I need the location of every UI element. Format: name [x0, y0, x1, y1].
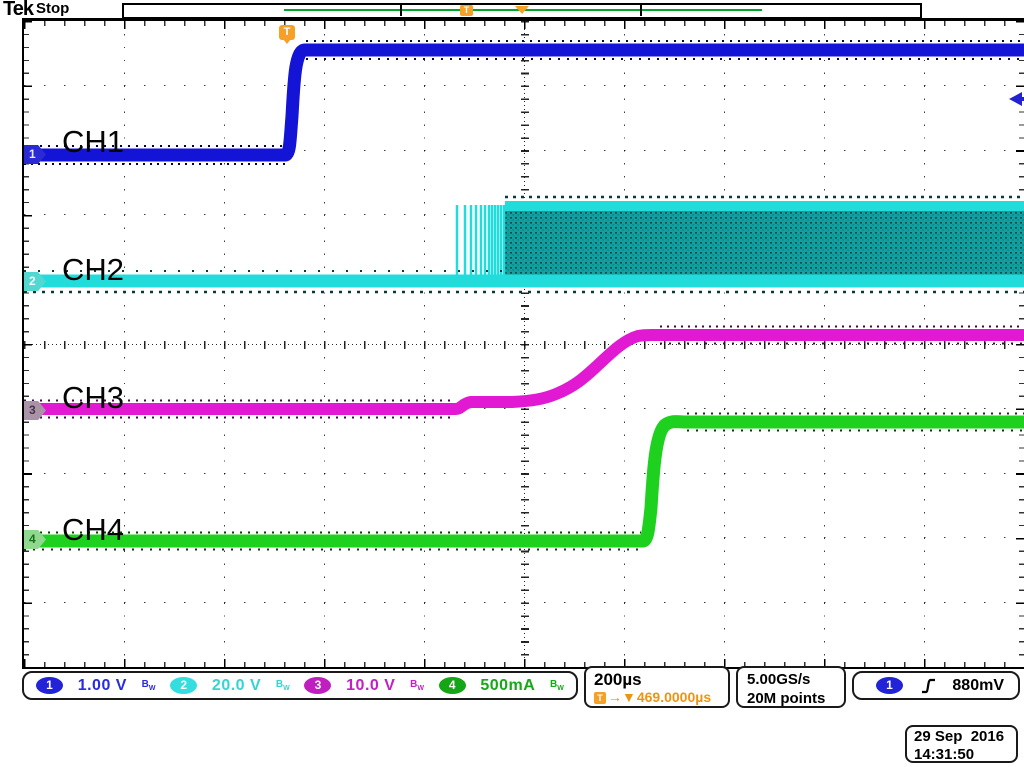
trigger-level-arrow-icon	[1009, 92, 1022, 106]
ch4-bandwidth-icon: BW	[550, 679, 564, 692]
record-length: 20M points	[747, 689, 835, 708]
ch3-badge: 3	[304, 677, 331, 694]
datetime-readout: 29 Sep 2016 14:31:50	[905, 725, 1018, 763]
delay-value: 469.0000µs	[637, 689, 711, 706]
timebase-scale: 200µs	[594, 671, 720, 689]
trigger-position-icon: T	[460, 5, 473, 16]
sample-rate: 5.00GS/s	[747, 670, 835, 689]
delay-arrow-icons: →▼	[608, 689, 636, 706]
ch1-waveform	[24, 41, 1024, 164]
acquisition-status: Stop	[36, 0, 69, 17]
window-bracket-right	[640, 4, 642, 16]
ch2-badge: 2	[170, 677, 197, 694]
window-bracket-left	[400, 4, 402, 16]
ch2-waveform	[24, 197, 1024, 292]
expansion-point-icon	[515, 6, 529, 14]
ch4-badge: 4	[439, 677, 466, 694]
ch3-label: CH3	[62, 380, 124, 416]
ch1-scale: 1.00 V	[78, 677, 127, 695]
trigger-t-icon: T	[594, 692, 606, 704]
ch4-waveform	[24, 414, 1024, 550]
oscilloscope-screenshot: { "header": { "logo": "Tek", "status": "…	[0, 0, 1024, 767]
channel-readouts: 1 1.00 V BW 2 20.0 V BW 3 10.0 V BW 4 50…	[22, 671, 578, 700]
trigger-source-badge: 1	[876, 677, 903, 694]
ch1-label: CH1	[62, 124, 124, 160]
trigger-point-flag-icon: T	[279, 25, 295, 40]
ch3-bandwidth-icon: BW	[410, 679, 424, 692]
date-value: 29 Sep 2016	[914, 728, 1009, 746]
graticule: CH1 CH2 CH3 CH4 1 2 3 4 T	[22, 18, 1024, 669]
ch2-label: CH2	[62, 252, 124, 288]
ch3-scale: 10.0 V	[346, 677, 395, 695]
trigger-readout: 1 880mV	[852, 671, 1020, 700]
record-view-bar: T	[122, 3, 922, 19]
ch3-waveform	[24, 327, 1024, 418]
ch1-bandwidth-icon: BW	[142, 679, 156, 692]
ch2-scale: 20.0 V	[212, 677, 261, 695]
trigger-delay-readout: T→▼469.0000µs	[594, 689, 720, 706]
timebase-readout: 200µs T→▼469.0000µs	[584, 666, 730, 708]
rising-edge-icon	[921, 678, 936, 694]
time-value: 14:31:50	[914, 746, 1009, 764]
acquisition-readout: 5.00GS/s 20M points	[736, 666, 846, 708]
ch1-badge: 1	[36, 677, 63, 694]
waveform-layer	[24, 21, 1024, 667]
ch4-label: CH4	[62, 512, 124, 548]
trigger-level-value: 880mV	[952, 677, 1004, 695]
ch4-scale: 500mA	[480, 677, 535, 695]
ch2-bandwidth-icon: BW	[276, 679, 290, 692]
